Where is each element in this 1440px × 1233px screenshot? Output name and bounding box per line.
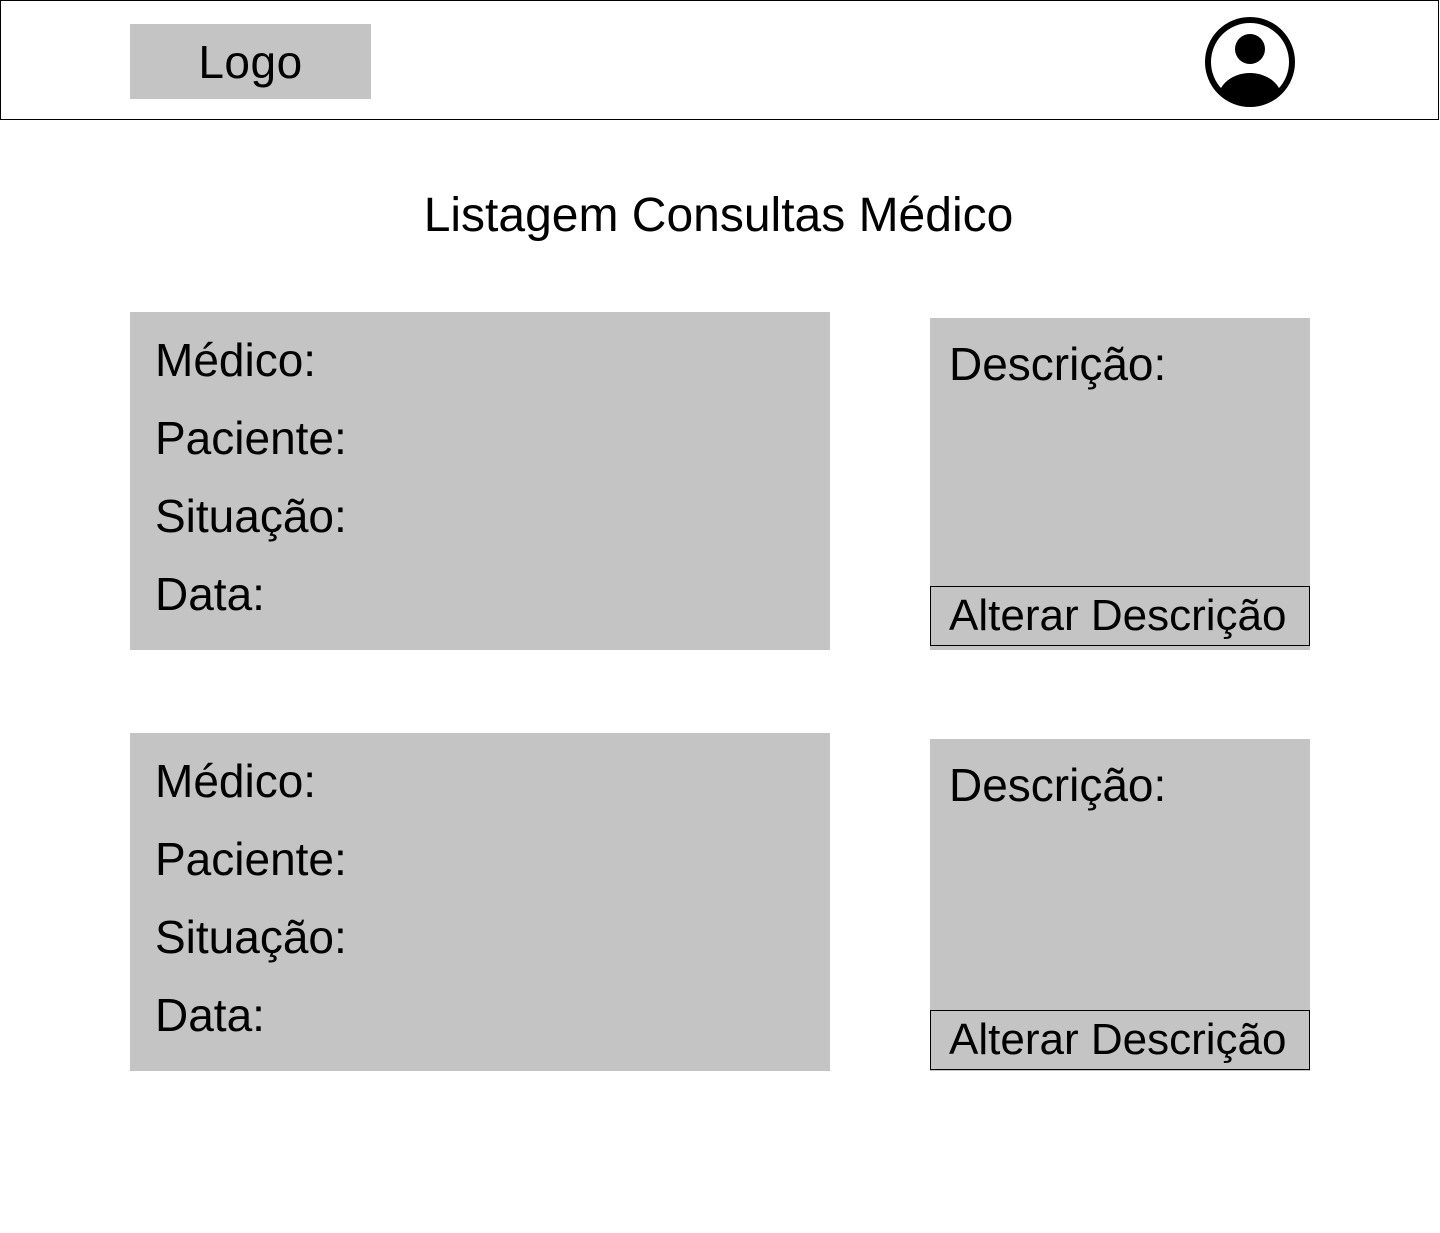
medico-label: Médico: bbox=[155, 755, 317, 807]
top-header: Logo bbox=[0, 0, 1439, 120]
page: Logo Listagem Consultas Médico Médico: P… bbox=[0, 0, 1440, 1233]
alterar-descricao-button[interactable]: Alterar Descrição bbox=[930, 1010, 1310, 1070]
consultation-card: Médico: Paciente: Situação: Data: bbox=[130, 312, 830, 650]
consultation-card: Médico: Paciente: Situação: Data: bbox=[130, 733, 830, 1071]
situacao-label: Situação: bbox=[155, 911, 347, 963]
alterar-descricao-button[interactable]: Alterar Descrição bbox=[930, 586, 1310, 646]
page-title: Listagem Consultas Médico bbox=[423, 189, 1014, 242]
paciente-label: Paciente: bbox=[155, 412, 347, 464]
description-card: Descrição: Alterar Descrição bbox=[930, 318, 1310, 650]
paciente-label: Paciente: bbox=[155, 833, 347, 885]
descricao-label: Descrição: bbox=[949, 759, 1167, 811]
description-card: Descrição: Alterar Descrição bbox=[930, 739, 1310, 1071]
situacao-label: Situação: bbox=[155, 490, 347, 542]
logo[interactable]: Logo bbox=[130, 24, 371, 99]
user-avatar[interactable] bbox=[1203, 15, 1297, 109]
data-label: Data: bbox=[155, 989, 265, 1041]
medico-label: Médico: bbox=[155, 334, 317, 386]
user-circle-icon bbox=[1205, 17, 1295, 107]
data-label: Data: bbox=[155, 568, 265, 620]
descricao-label: Descrição: bbox=[949, 338, 1167, 390]
